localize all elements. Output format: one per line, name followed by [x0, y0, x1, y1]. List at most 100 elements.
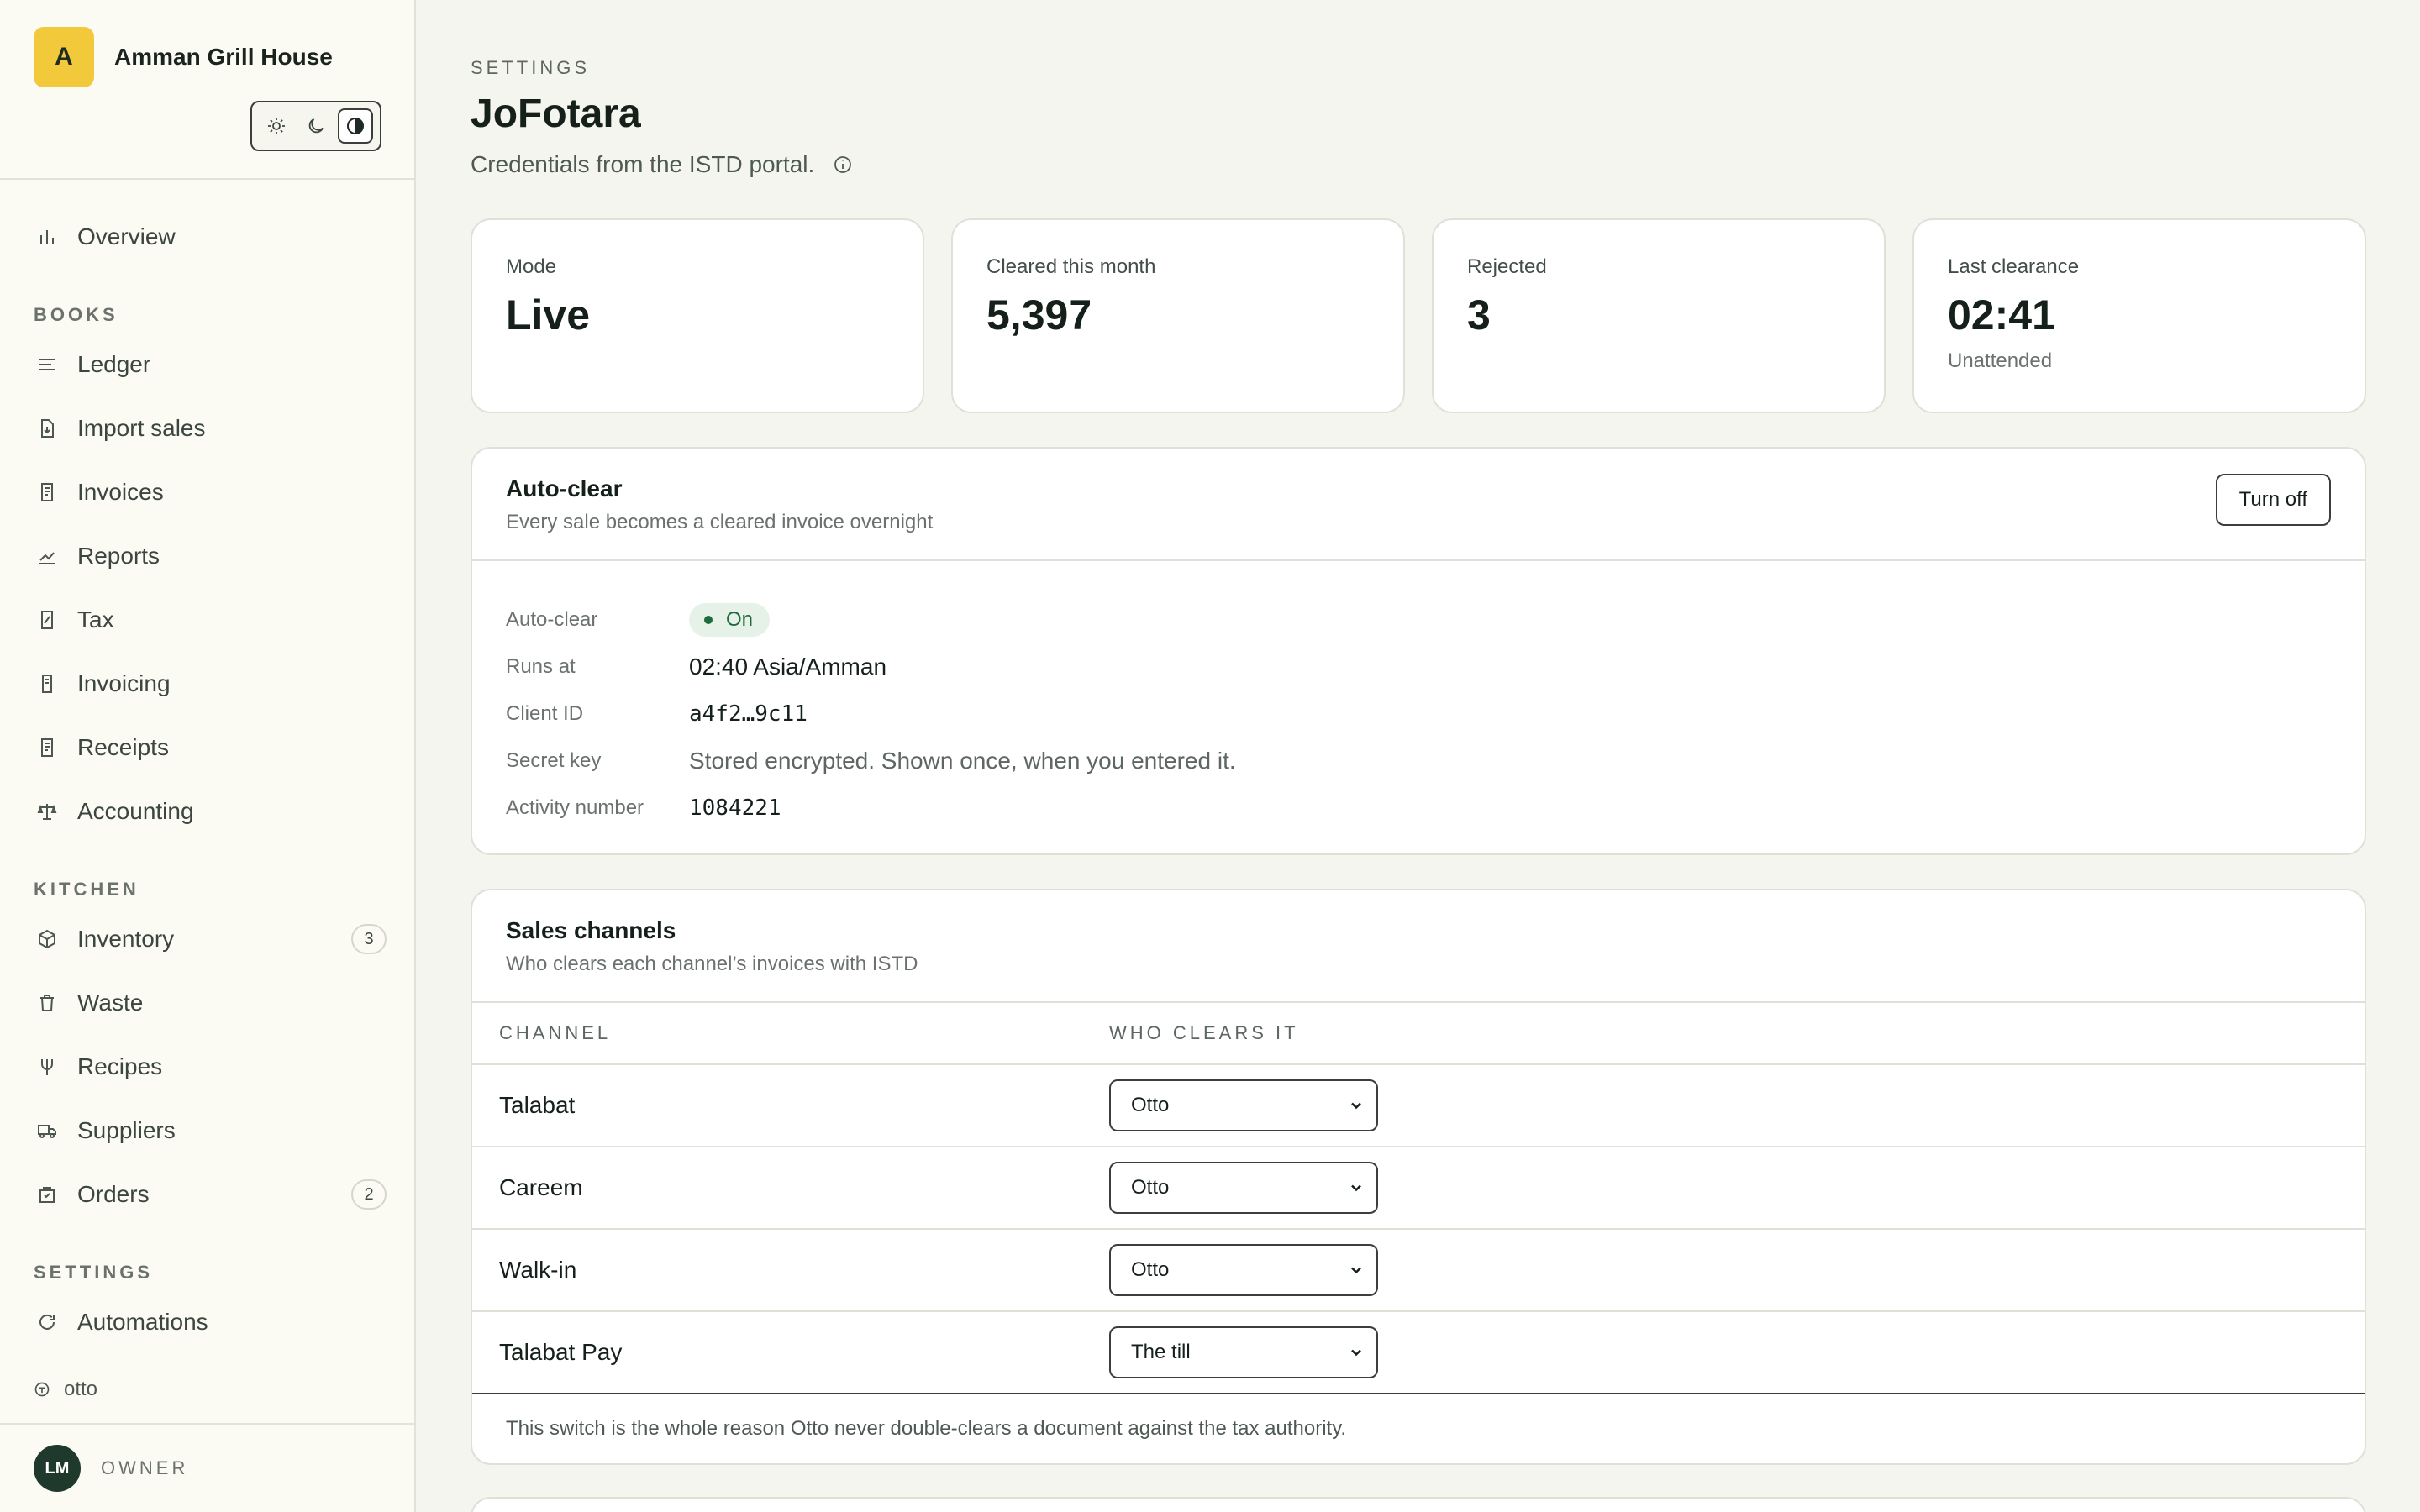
avatar: LM — [34, 1445, 81, 1492]
light-theme-button[interactable] — [259, 108, 294, 144]
panel-title: Sales channels — [506, 917, 676, 943]
stat-value: 3 — [1467, 291, 1491, 339]
status-text: On — [726, 608, 754, 631]
clearer-select[interactable]: The till — [1109, 1326, 1378, 1378]
status-badge: On — [689, 603, 771, 637]
status-dot — [704, 616, 713, 624]
detail-row-client-id: Client ID a4f2…9c11 — [506, 690, 2331, 738]
fork-icon — [34, 1053, 60, 1080]
nav-item-label: Automations — [77, 1309, 208, 1335]
clearer-select[interactable]: Otto — [1109, 1244, 1378, 1296]
nav-item-label: Invoicing — [77, 670, 171, 696]
chevron-down-icon — [1351, 1184, 1361, 1192]
nav-item-label: Overview — [77, 223, 176, 249]
nav-item-label: Reports — [77, 543, 160, 569]
select-value: Otto — [1131, 1176, 1170, 1199]
sidebar-divider — [0, 178, 416, 180]
otto-link[interactable]: otto — [34, 1378, 97, 1401]
file-import-icon — [34, 415, 60, 442]
sun-icon — [268, 118, 286, 134]
detail-key: Activity number — [506, 796, 644, 819]
nav-item-overview[interactable]: Overview — [34, 216, 387, 258]
brand[interactable]: A Amman Grill House — [34, 27, 333, 87]
bag-icon — [34, 1181, 60, 1208]
receipt-icon — [34, 479, 60, 506]
info-icon[interactable] — [833, 155, 853, 175]
detail-value: 02:40 Asia/Amman — [689, 654, 887, 680]
detail-value: a4f2…9c11 — [689, 701, 808, 727]
nav-item-invoicing[interactable]: Invoicing — [34, 663, 387, 705]
panel-title: Auto-clear — [506, 475, 623, 501]
next-panel-edge — [471, 1497, 2366, 1512]
turn-off-button[interactable]: Turn off — [2215, 474, 2331, 526]
page-subtitle: Credentials from the ISTD portal. — [471, 151, 853, 178]
detail-key: Secret key — [506, 749, 602, 772]
channel-name: Careem — [499, 1174, 583, 1200]
nav-item-inventory[interactable]: Inventory 3 — [34, 918, 387, 960]
nav-item-recipes[interactable]: Recipes — [34, 1046, 387, 1088]
count-badge: 2 — [351, 1179, 387, 1210]
stat-label: Rejected — [1467, 255, 1547, 278]
nav-item-accounting[interactable]: Accounting — [34, 790, 387, 832]
otto-icon — [34, 1381, 50, 1398]
contrast-icon — [346, 118, 364, 134]
nav-item-waste[interactable]: Waste — [34, 982, 387, 1024]
stat-note: Unattended — [1948, 349, 2053, 372]
nav-item-label: Orders — [77, 1181, 150, 1207]
bar-chart-icon — [34, 223, 60, 250]
autoclear-details: Auto-clear On Runs at 02:40 Asia/Amman C… — [472, 561, 2365, 853]
section-label-books: BOOKS — [34, 304, 118, 325]
nav-item-label: Invoices — [77, 479, 164, 505]
nav-item-tax[interactable]: Tax — [34, 599, 387, 641]
dark-theme-button[interactable] — [298, 108, 334, 144]
channel-cell: Otto — [1109, 1079, 2365, 1131]
stat-label: Mode — [506, 255, 557, 278]
sidebar: A Amman Grill House Overview BOOKS Ledge… — [0, 0, 416, 1512]
theme-toggle — [250, 101, 381, 151]
page-eyebrow: SETTINGS — [471, 57, 591, 78]
clearer-select[interactable]: Otto — [1109, 1079, 1378, 1131]
nav-item-label: Receipts — [77, 734, 169, 760]
channel-name: Talabat — [499, 1092, 576, 1118]
nav-item-label: Ledger — [77, 351, 151, 377]
receipt-icon — [34, 734, 60, 761]
nav-item-reports[interactable]: Reports — [34, 535, 387, 577]
system-theme-button[interactable] — [337, 108, 373, 144]
nav-item-import-sales[interactable]: Import sales — [34, 407, 387, 449]
channel-cell: Otto — [1109, 1162, 2365, 1214]
sidebar-divider — [0, 1423, 416, 1425]
chevron-down-icon — [1351, 1102, 1361, 1110]
nav-item-receipts[interactable]: Receipts — [34, 727, 387, 769]
nav-item-orders[interactable]: Orders 2 — [34, 1173, 387, 1215]
refresh-icon — [34, 1309, 60, 1336]
user-menu[interactable]: LM OWNER — [34, 1445, 188, 1492]
channel-cell: Otto — [1109, 1244, 2365, 1296]
scale-icon — [34, 798, 60, 825]
table-footnote: This switch is the whole reason Otto nev… — [506, 1417, 1347, 1440]
channel-name: Walk-in — [499, 1257, 577, 1283]
nav-item-label: Suppliers — [77, 1117, 176, 1143]
moon-icon — [308, 118, 324, 134]
panel-header: Auto-clear Every sale becomes a cleared … — [472, 449, 2365, 561]
channel-cell: The till — [1109, 1326, 2365, 1378]
chevron-down-icon — [1351, 1349, 1361, 1357]
nav-item-label: Recipes — [77, 1053, 163, 1079]
nav-item-automations[interactable]: Automations — [34, 1301, 387, 1343]
box-icon — [34, 926, 60, 953]
section-label-kitchen: KITCHEN — [34, 879, 139, 900]
detail-row-autoclear: Auto-clear On — [506, 596, 2331, 643]
panel-header: Sales channels Who clears each channel’s… — [472, 890, 2365, 1003]
select-value: Otto — [1131, 1094, 1170, 1116]
stat-value: 02:41 — [1948, 291, 2055, 339]
nav-item-suppliers[interactable]: Suppliers — [34, 1110, 387, 1152]
count-badge: 3 — [351, 924, 387, 954]
stat-card-rejected: Rejected 3 — [1432, 218, 1886, 413]
clearer-select[interactable]: Otto — [1109, 1162, 1378, 1214]
detail-row-activity-number: Activity number 1084221 — [506, 785, 2331, 832]
section-label-settings: SETTINGS — [34, 1262, 154, 1283]
detail-value: On — [689, 603, 771, 637]
detail-row-secret-key: Secret key Stored encrypted. Shown once,… — [506, 738, 2331, 785]
brand-name: Amman Grill House — [114, 44, 333, 70]
nav-item-invoices[interactable]: Invoices — [34, 471, 387, 513]
nav-item-ledger[interactable]: Ledger — [34, 344, 387, 386]
